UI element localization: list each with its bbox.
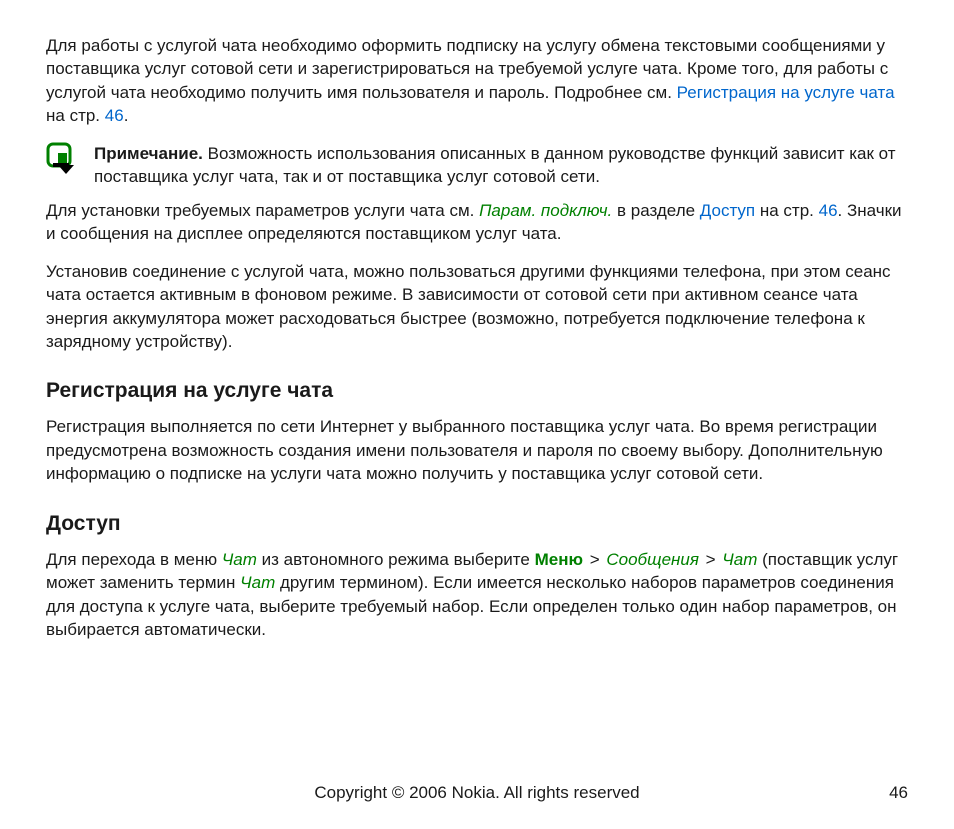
paragraph-1: Для работы с услугой чата необходимо офо… <box>46 34 908 128</box>
text: Для установки требуемых параметров услуг… <box>46 201 479 220</box>
heading-access: Доступ <box>46 512 908 536</box>
link-page-46[interactable]: 46 <box>819 201 838 220</box>
text: Для перехода в меню <box>46 550 222 569</box>
page-number: 46 <box>889 783 908 803</box>
ui-term: Чат <box>722 550 757 569</box>
page-footer: Copyright © 2006 Nokia. All rights reser… <box>46 783 908 803</box>
note-label: Примечание. <box>94 144 203 163</box>
link-page-46[interactable]: 46 <box>105 106 124 125</box>
note-body: Возможность использования описанных в да… <box>94 144 896 186</box>
note-block: Примечание. Возможность использования оп… <box>46 142 908 189</box>
text: на стр. <box>755 201 818 220</box>
text: в разделе <box>612 201 700 220</box>
paragraph-4: Регистрация выполняется по сети Интернет… <box>46 415 908 485</box>
note-icon <box>46 142 78 181</box>
paragraph-5: Для перехода в меню Чат из автономного р… <box>46 548 908 642</box>
separator: > <box>699 550 722 569</box>
paragraph-2: Для установки требуемых параметров услуг… <box>46 199 908 246</box>
ui-term: Парам. подключ. <box>479 201 612 220</box>
link-access[interactable]: Доступ <box>700 201 755 220</box>
link-registration[interactable]: Регистрация на услуге чата <box>677 83 895 102</box>
copyright-text: Copyright © 2006 Nokia. All rights reser… <box>314 783 639 803</box>
paragraph-3: Установив соединение с услугой чата, мож… <box>46 260 908 354</box>
heading-registration: Регистрация на услуге чата <box>46 379 908 403</box>
ui-term: Чат <box>222 550 257 569</box>
ui-term: Сообщения <box>606 550 699 569</box>
text: . <box>124 106 129 125</box>
text: на стр. <box>46 106 105 125</box>
text: из автономного режима выберите <box>257 550 535 569</box>
separator: > <box>583 550 606 569</box>
note-text: Примечание. Возможность использования оп… <box>94 142 908 189</box>
ui-term: Меню <box>535 550 583 569</box>
ui-term: Чат <box>240 573 275 592</box>
document-page: Для работы с услугой чата необходимо офо… <box>0 0 954 829</box>
